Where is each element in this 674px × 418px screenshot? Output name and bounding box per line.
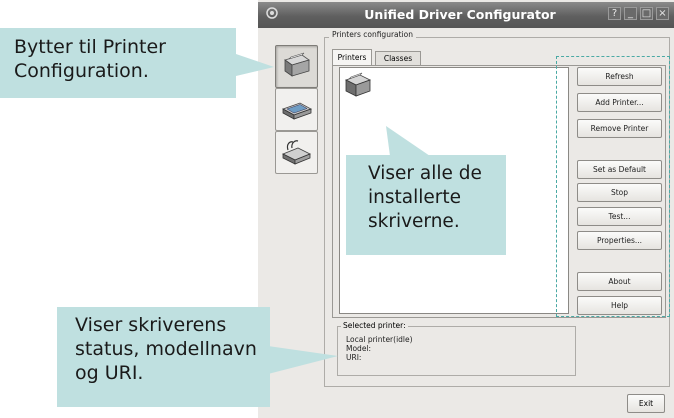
- callout-installed-printers: Viser alle de installerte skriverne.: [346, 155, 506, 255]
- buttons-highlight-frame: [556, 56, 670, 317]
- printer-config-button[interactable]: [275, 45, 318, 88]
- callout-pointer-bottom: [268, 346, 338, 374]
- printer-list-item[interactable]: [343, 71, 375, 101]
- callout-pointer-top: [236, 54, 274, 76]
- callout-line: installerte: [368, 187, 461, 208]
- maximize-button[interactable]: □: [640, 7, 653, 20]
- callout-line: Configuration.: [14, 60, 149, 82]
- callout-line: skriverne.: [368, 211, 460, 232]
- callout-line: status, modellnavn: [75, 338, 257, 360]
- exit-button[interactable]: Exit: [627, 394, 665, 413]
- port-icon: [276, 140, 317, 177]
- printer-uri-text: URI:: [346, 353, 362, 362]
- tab-printers[interactable]: Printers: [332, 49, 372, 65]
- minimize-button[interactable]: _: [624, 7, 637, 20]
- app-menu-icon[interactable]: [265, 6, 281, 22]
- scanner-config-button[interactable]: [275, 88, 318, 131]
- printer-status-text: Local printer(idle): [346, 335, 413, 344]
- window-title: Unified Driver Configurator: [364, 7, 556, 22]
- selected-printer-group: [337, 326, 576, 376]
- close-button[interactable]: ×: [656, 7, 669, 20]
- callout-printer-configuration: Bytter til Printer Configuration.: [0, 28, 236, 98]
- selected-printer-legend: Selected printer:: [341, 321, 408, 330]
- callout-pointer-middle: [386, 126, 430, 156]
- tab-classes[interactable]: Classes: [375, 51, 421, 65]
- printer-model-text: Model:: [346, 344, 372, 353]
- callout-line: Viser skriverens: [75, 314, 227, 336]
- callout-line: og URI.: [75, 362, 144, 384]
- callout-printer-status: Viser skriverens status, modellnavn og U…: [57, 307, 270, 407]
- printer-icon: [343, 72, 375, 105]
- callout-line: Bytter til Printer: [14, 36, 166, 58]
- callout-line: Viser alle de: [368, 163, 482, 184]
- help-window-button[interactable]: ?: [608, 7, 621, 20]
- printers-configuration-legend: Printers configuration: [329, 30, 416, 39]
- port-config-button[interactable]: [275, 131, 318, 174]
